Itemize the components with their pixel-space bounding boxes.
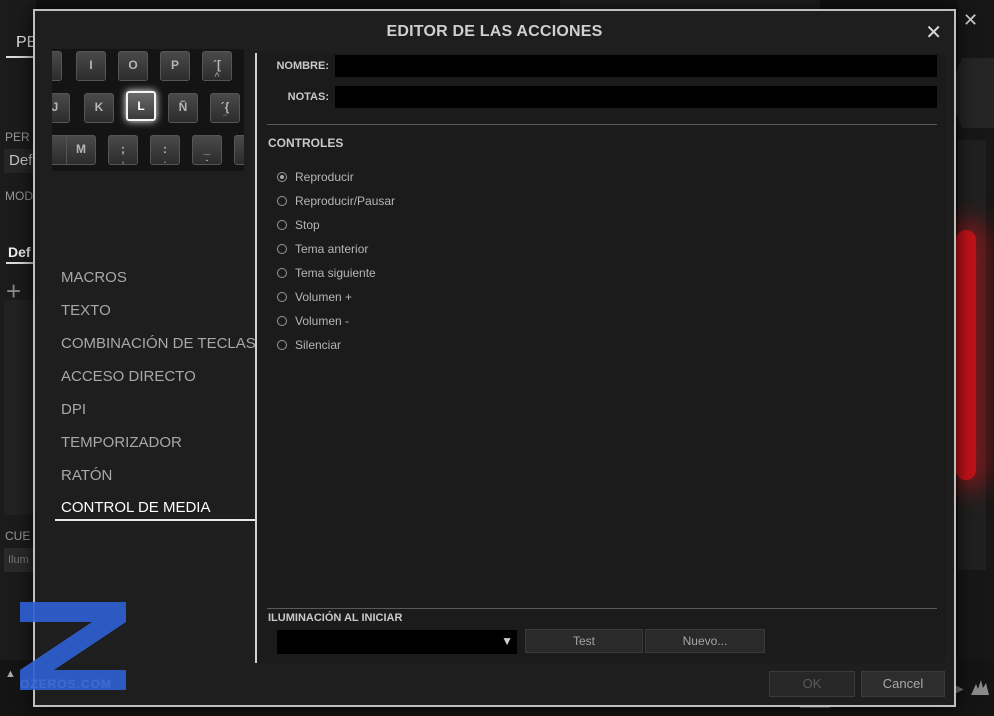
radio-label: Volumen + <box>295 290 353 304</box>
close-icon[interactable]: ✕ <box>925 23 942 43</box>
radio-option-volumen-mas[interactable]: Volumen + <box>277 289 352 305</box>
action-settings-panel: NOMBRE: NOTAS: CONTROLES Reproducir Repr… <box>255 53 945 663</box>
bg-tab-underline <box>6 56 36 58</box>
keyboard-key[interactable]: :. <box>150 135 180 165</box>
keyboard-key[interactable]: ´{¨ <box>210 93 240 123</box>
menu-item-acceso-directo[interactable]: ACCESO DIRECTO <box>61 368 196 385</box>
bg-profile-select[interactable]: Def <box>4 149 36 173</box>
bg-list-panel <box>4 300 36 515</box>
radio-button[interactable] <box>277 268 287 278</box>
action-editor-dialog: EDITOR DE LAS ACCIONES ✕ I O P ´[^ J K L… <box>33 9 956 707</box>
notes-input[interactable] <box>335 86 937 108</box>
keyboard-key[interactable]: _ - <box>192 135 222 165</box>
radio-option-tema-anterior[interactable]: Tema anterior <box>277 241 368 257</box>
radio-button[interactable] <box>277 196 287 206</box>
radio-button[interactable] <box>277 340 287 350</box>
radio-button-checked[interactable] <box>277 172 287 182</box>
bg-device-led-glow <box>956 230 976 480</box>
keyboard-key-selected[interactable]: L <box>126 91 156 121</box>
lighting-divider <box>267 608 937 609</box>
bg-mode-label: MOD <box>5 189 33 203</box>
radio-button[interactable] <box>277 292 287 302</box>
menu-item-raton[interactable]: RATÓN <box>61 467 112 484</box>
keyboard-key[interactable]: ´[^ <box>202 51 232 81</box>
bg-mode-value[interactable]: Def <box>8 244 31 260</box>
bg-arrow-icon: ▶ <box>956 684 964 695</box>
ok-button[interactable]: OK <box>769 671 855 697</box>
keyboard-key[interactable]: K <box>84 93 114 123</box>
test-button[interactable]: Test <box>525 629 643 653</box>
keyboard-key[interactable]: ;, <box>108 135 138 165</box>
menu-item-texto[interactable]: TEXTO <box>61 302 111 319</box>
keyboard-key[interactable]: J <box>52 93 70 123</box>
keyboard-key[interactable]: I <box>76 51 106 81</box>
radio-label: Stop <box>295 218 320 232</box>
radio-label: Silenciar <box>295 338 342 352</box>
dropdown-arrow-icon: ▼ <box>501 634 513 648</box>
bg-cue-label: CUE <box>5 529 31 543</box>
notes-label: NOTAS: <box>287 91 329 103</box>
radio-label: Reproducir/Pausar <box>295 194 396 208</box>
corsair-logo-icon <box>971 680 989 695</box>
radio-label: Reproducir <box>295 170 354 184</box>
keyboard-key[interactable]: Ñ <box>168 93 198 123</box>
keyboard-preview: I O P ´[^ J K L Ñ ´{¨ M ;, :. _ - <box>52 49 244 171</box>
menu-item-dpi[interactable]: DPI <box>61 401 86 418</box>
radio-option-tema-siguiente[interactable]: Tema siguiente <box>277 265 376 281</box>
bg-close-icon[interactable]: ✕ <box>963 10 978 31</box>
bg-cue-input[interactable]: Ilum <box>4 548 36 572</box>
name-input[interactable] <box>335 55 937 77</box>
menu-item-temporizador[interactable]: TEMPORIZADOR <box>61 434 182 451</box>
menu-item-macros[interactable]: MACROS <box>61 269 127 286</box>
radio-button[interactable] <box>277 220 287 230</box>
keyboard-key[interactable]: M <box>66 135 96 165</box>
radio-option-stop[interactable]: Stop <box>277 217 320 233</box>
watermark-text: OZEROS.COM <box>20 677 113 691</box>
keyboard-key[interactable]: P <box>160 51 190 81</box>
keyboard-key[interactable] <box>52 51 62 81</box>
radio-option-volumen-menos[interactable]: Volumen - <box>277 313 349 329</box>
radio-button[interactable] <box>277 244 287 254</box>
radio-button[interactable] <box>277 316 287 326</box>
radio-label: Tema siguiente <box>295 266 376 280</box>
radio-label: Tema anterior <box>295 242 369 256</box>
keyboard-key[interactable] <box>234 135 244 165</box>
new-button[interactable]: Nuevo... <box>645 629 765 653</box>
cancel-button[interactable]: Cancel <box>861 671 945 697</box>
lighting-section-title: ILUMINACIÓN AL INICIAR <box>268 612 403 624</box>
controls-section-title: CONTROLES <box>268 136 344 150</box>
lighting-select[interactable]: ▼ <box>277 630 517 654</box>
bg-mode-underline <box>6 262 36 264</box>
menu-item-control-media[interactable]: CONTROL DE MEDIA <box>61 499 210 516</box>
keyboard-key[interactable]: O <box>118 51 148 81</box>
dialog-header: EDITOR DE LAS ACCIONES ✕ <box>35 11 954 51</box>
menu-item-combinacion-teclas[interactable]: COMBINACIÓN DE TECLAS <box>61 335 256 352</box>
radio-label: Volumen - <box>295 314 350 328</box>
dialog-title: EDITOR DE LAS ACCIONES <box>386 23 603 40</box>
bg-profile-label: PER <box>5 130 30 144</box>
bg-collapse-arrow-icon[interactable]: ▲ <box>5 668 16 680</box>
section-divider <box>267 124 937 125</box>
name-label: NOMBRE: <box>276 60 329 72</box>
menu-active-underline <box>55 519 255 521</box>
radio-option-reproducir[interactable]: Reproducir <box>277 169 354 185</box>
radio-option-silenciar[interactable]: Silenciar <box>277 337 341 353</box>
radio-option-reproducir-pausar[interactable]: Reproducir/Pausar <box>277 193 395 209</box>
